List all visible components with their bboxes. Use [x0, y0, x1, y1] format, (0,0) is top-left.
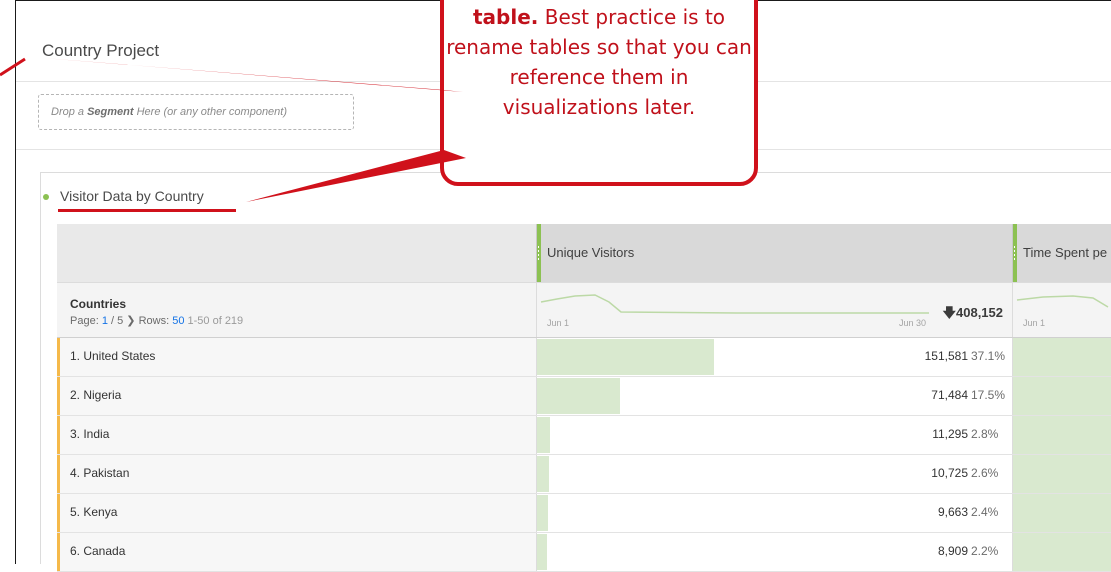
next-page-chevron-icon[interactable]: ❯	[126, 315, 135, 327]
row-metric-cell-next	[1012, 416, 1111, 454]
row-value: 71,484	[931, 388, 968, 402]
row-percent: 17.5%	[971, 388, 1006, 402]
drag-handle-icon[interactable]	[537, 224, 541, 282]
row-dimension-cell[interactable]: 1. United States	[57, 338, 536, 376]
value-bar	[537, 417, 550, 453]
trend-cell-time-spent: Jun 1	[1012, 283, 1111, 337]
sparkline	[1016, 295, 1109, 308]
row-value: 11,295	[932, 427, 968, 441]
dimension-header-blank	[57, 224, 536, 282]
metric-total: 🡇408,152	[943, 304, 1003, 326]
value-bar	[537, 378, 620, 414]
row-percent: 37.1%	[971, 349, 1006, 363]
row-metric-cell-next	[1012, 455, 1111, 493]
trend-start-label: Jun 1	[547, 318, 570, 328]
segment-dropzone[interactable]: Drop a Segment Here (or any other compon…	[38, 94, 354, 130]
value-bar	[537, 339, 714, 375]
table-row[interactable]: 5. Kenya 9,663 2.4%	[57, 494, 1111, 533]
metric-header-time-spent[interactable]: Time Spent pe	[1012, 224, 1111, 282]
row-dimension-cell[interactable]: 3. India	[57, 416, 536, 454]
row-metric-cell: 9,663 2.4%	[536, 494, 1012, 532]
row-value: 9,663	[937, 505, 968, 519]
row-percent: 2.8%	[971, 427, 999, 441]
table-row[interactable]: 1. United States 151,581 37.1%	[57, 338, 1111, 377]
callout-bold: table.	[472, 5, 539, 29]
table-row[interactable]: 6. Canada 8,909 2.2%	[57, 533, 1111, 572]
metric-header-label: Time Spent pe	[1023, 245, 1108, 260]
row-value: 8,909	[937, 544, 968, 558]
row-value: 10,725	[931, 466, 968, 480]
row-dimension-cell[interactable]: 6. Canada	[57, 533, 536, 571]
value-bar	[537, 456, 549, 492]
table-row[interactable]: 2. Nigeria 71,484 17.5%	[57, 377, 1111, 416]
row-dimension-cell[interactable]: 4. Pakistan	[57, 455, 536, 493]
trend-cell-unique-visitors: Jun 1 Jun 30 🡇408,152	[536, 283, 1012, 337]
row-metric-cell: 71,484 17.5%	[536, 377, 1012, 415]
page-label: Page:	[70, 315, 102, 327]
row-label: 1. United States	[70, 349, 156, 363]
panel-status-dot	[43, 194, 49, 200]
row-range: 1-50 of 219	[187, 315, 244, 327]
row-dimension-cell[interactable]: 5. Kenya	[57, 494, 536, 532]
row-percent: 2.6%	[971, 466, 999, 480]
table-title-underline	[58, 209, 236, 212]
row-metric-cell: 8,909 2.2%	[536, 533, 1012, 571]
row-label: 2. Nigeria	[70, 388, 122, 402]
row-percent: 2.2%	[971, 544, 999, 558]
table-row[interactable]: 4. Pakistan 10,725 2.6%	[57, 455, 1111, 494]
dimension-subheader-row: Countries Page: 1 / 5 ❯ Rows: 50 1-50 of…	[57, 282, 1111, 338]
pagination: Page: 1 / 5 ❯ Rows: 50 1-50 of 219	[70, 314, 243, 327]
arrow-down-icon: 🡇	[942, 305, 956, 320]
row-label: 4. Pakistan	[70, 466, 130, 480]
rows-label: Rows:	[135, 315, 173, 327]
row-value: 151,581	[924, 349, 968, 363]
dropzone-segment-word: Segment	[87, 106, 134, 118]
row-label: 5. Kenya	[70, 505, 118, 519]
metric-total-value: 408,152	[956, 305, 1003, 320]
sparkline	[540, 294, 929, 314]
row-metric-cell-next	[1012, 533, 1111, 571]
trend-end-label: Jun 30	[899, 318, 927, 328]
drag-handle-icon[interactable]	[1013, 224, 1017, 282]
row-metric-cell-next	[1012, 377, 1111, 415]
callout-box: table. Best practice is to rename tables…	[440, 0, 758, 186]
row-metric-cell-next	[1012, 494, 1111, 532]
value-bar	[537, 495, 548, 531]
table-row[interactable]: 3. India 11,295 2.8%	[57, 416, 1111, 455]
dropzone-suffix: Here (or any other component)	[133, 106, 288, 118]
project-title[interactable]: Country Project	[42, 41, 159, 61]
table-header-row: Unique Visitors Time Spent pe	[57, 224, 1111, 282]
row-label: 3. India	[70, 427, 110, 441]
rows-per-page[interactable]: 50	[172, 315, 184, 327]
table-title[interactable]: Visitor Data by Country	[60, 188, 204, 204]
row-metric-cell: 151,581 37.1%	[536, 338, 1012, 376]
page-count: / 5	[107, 315, 124, 327]
dimension-name[interactable]: Countries	[70, 297, 126, 311]
row-percent: 2.4%	[971, 505, 999, 519]
row-label: 6. Canada	[70, 544, 126, 558]
metric-header-unique-visitors[interactable]: Unique Visitors	[536, 224, 1012, 282]
row-dimension-cell[interactable]: 2. Nigeria	[57, 377, 536, 415]
trend-start-label: Jun 1	[1023, 318, 1046, 328]
value-bar	[537, 534, 547, 570]
row-metric-cell: 10,725 2.6%	[536, 455, 1012, 493]
row-metric-cell-next	[1012, 338, 1111, 376]
metric-header-label: Unique Visitors	[547, 245, 635, 260]
row-metric-cell: 11,295 2.8%	[536, 416, 1012, 454]
dropzone-prefix: Drop a	[51, 106, 88, 118]
